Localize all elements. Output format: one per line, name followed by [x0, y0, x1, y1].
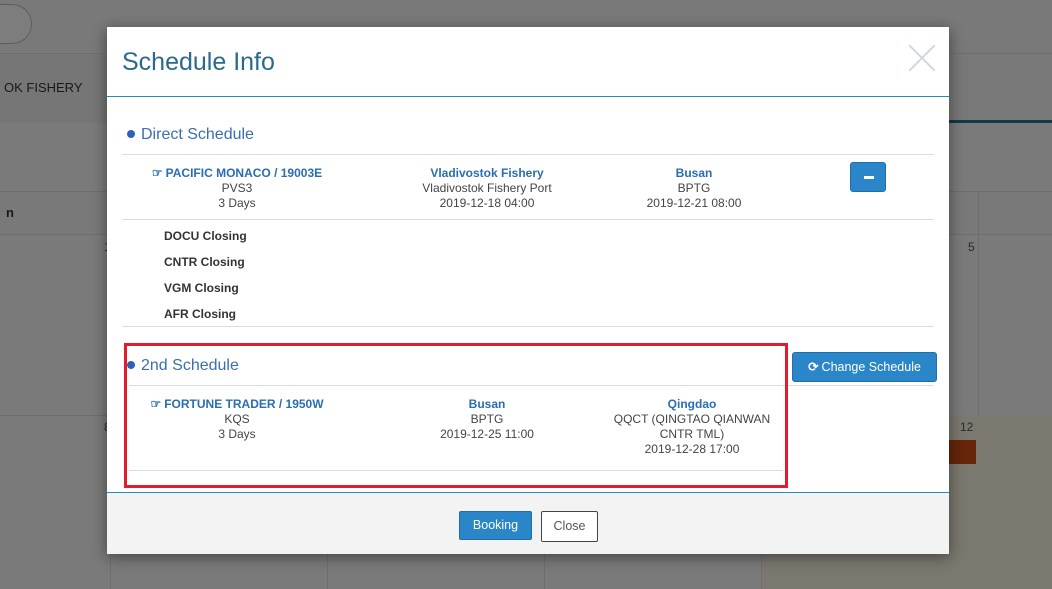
- vgm-closing-label: VGM Closing: [164, 281, 239, 295]
- booking-button[interactable]: Booking: [459, 511, 532, 540]
- modal-title: Schedule Info: [122, 48, 275, 76]
- change-schedule-label: Change Schedule: [821, 360, 921, 374]
- docu-closing-label: DOCU Closing: [164, 229, 247, 243]
- direct-destination-terminal: BPTG: [677, 181, 711, 195]
- cntr-closing-label: CNTR Closing: [164, 255, 245, 269]
- direct-destination-datetime: 2019-12-21 08:00: [646, 196, 742, 210]
- close-button[interactable]: Close: [541, 511, 598, 542]
- direct-schedule-heading-text: Direct Schedule: [141, 126, 254, 143]
- collapse-button[interactable]: [850, 162, 886, 192]
- divider: [122, 219, 934, 220]
- direct-origin-terminal: Vladivostok Fishery Port: [422, 181, 552, 195]
- direct-schedule-heading: Direct Schedule: [127, 126, 254, 144]
- divider: [122, 154, 934, 155]
- schedule-info-modal: Schedule Info Direct Schedule ☞ PACIFIC M…: [107, 27, 949, 554]
- modal-footer: Booking Close: [107, 492, 949, 554]
- change-schedule-button[interactable]: ⟳ Change Schedule: [792, 352, 937, 382]
- close-icon[interactable]: [907, 43, 937, 73]
- minus-icon: [864, 176, 874, 179]
- direct-origin-name: Vladivostok Fishery: [430, 166, 544, 180]
- direct-origin-datetime: 2019-12-18 04:00: [439, 196, 535, 210]
- direct-vessel-column: ☞ PACIFIC MONACO / 19003E PVS3 3 Days: [127, 166, 347, 211]
- direct-vessel-name: PACIFIC MONACO / 19003E: [165, 166, 323, 180]
- direct-origin-column: Vladivostok Fishery Vladivostok Fishery …: [377, 166, 597, 211]
- bullet-icon: [127, 129, 135, 138]
- direct-service: PVS3: [221, 181, 253, 195]
- refresh-icon: ⟳: [808, 360, 819, 374]
- hand-pointing-icon: ☞: [151, 166, 163, 180]
- divider: [122, 326, 934, 327]
- direct-destination-column: Busan BPTG 2019-12-21 08:00: [604, 166, 784, 211]
- highlight-box: [124, 343, 788, 488]
- direct-transit: 3 Days: [218, 196, 256, 210]
- afr-closing-label: AFR Closing: [164, 307, 236, 321]
- direct-vessel-link[interactable]: ☞ PACIFIC MONACO / 19003E: [127, 166, 347, 181]
- direct-destination-name: Busan: [675, 166, 713, 180]
- modal-header: Schedule Info: [107, 27, 949, 97]
